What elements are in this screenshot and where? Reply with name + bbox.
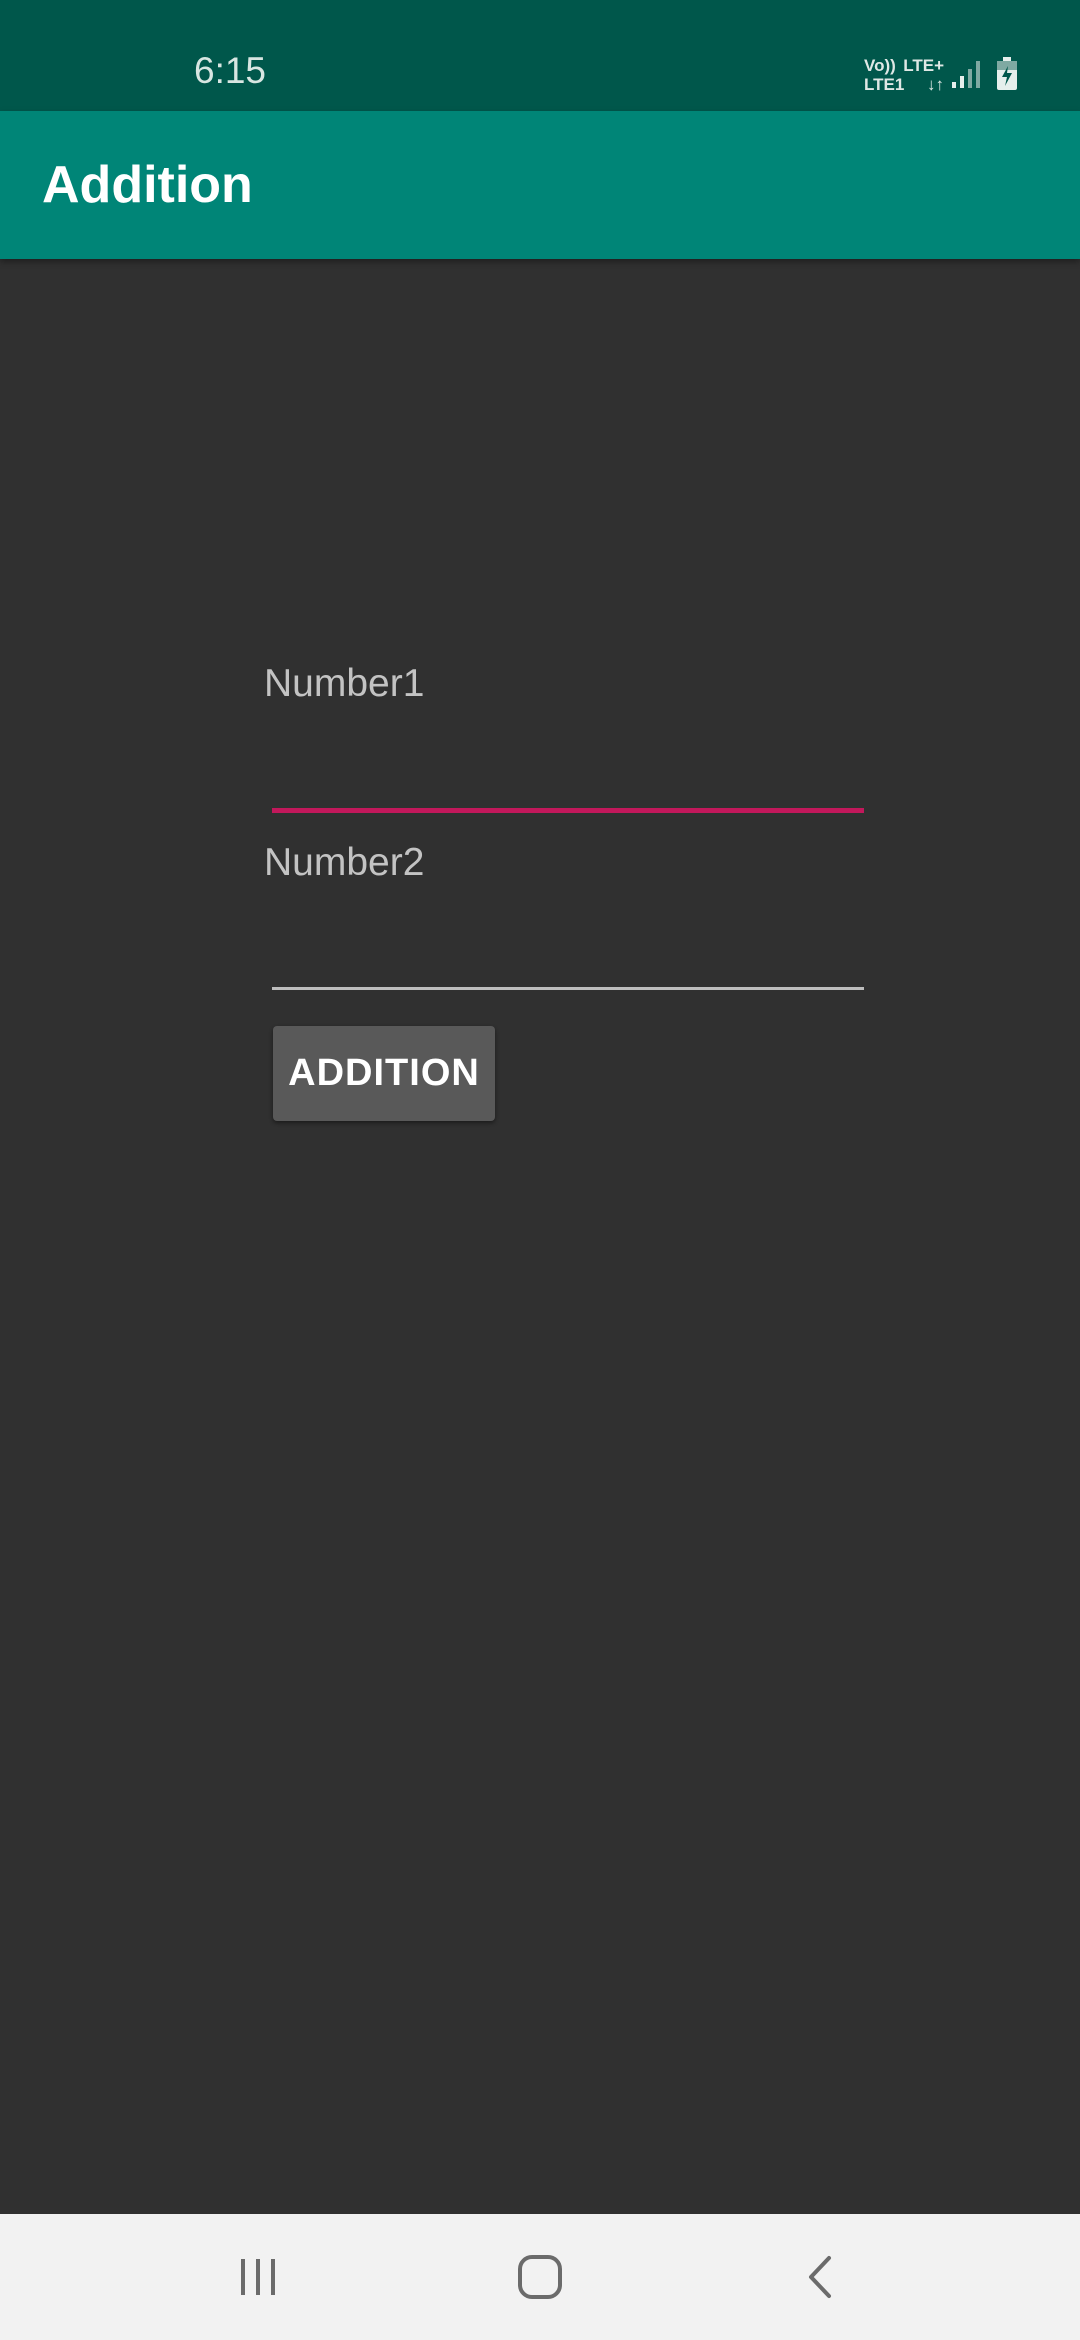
home-icon (518, 2255, 562, 2299)
lte-plus-label: LTE+ (903, 56, 944, 75)
volte-label: Vo)) (864, 56, 896, 75)
app-bar: Addition (0, 111, 1080, 259)
back-button[interactable] (780, 2239, 860, 2315)
recent-apps-button[interactable] (218, 2239, 298, 2315)
data-activity-label: ↓↑ (927, 75, 944, 94)
number1-focus-underline (272, 808, 864, 813)
number1-input[interactable] (272, 728, 864, 808)
battery-charging-icon (997, 57, 1017, 90)
lte1-label: LTE1 (864, 75, 905, 94)
network-indicator: Vo)) LTE+ LTE1 ↓↑ (864, 56, 944, 94)
status-time: 6:15 (194, 50, 267, 91)
number2-label: Number2 (264, 841, 425, 884)
signal-icon (952, 61, 980, 88)
number1-label: Number1 (264, 662, 425, 705)
navigation-bar (0, 2214, 1080, 2340)
status-bar: 6:15 Vo)) LTE+ LTE1 ↓↑ (0, 0, 1080, 111)
home-button[interactable] (500, 2239, 580, 2315)
back-icon (809, 2256, 831, 2298)
addition-button[interactable]: ADDITION (273, 1026, 495, 1121)
app-title: Addition (42, 156, 253, 214)
recent-apps-icon (241, 2259, 275, 2295)
number2-underline (272, 987, 864, 990)
number2-input[interactable] (272, 906, 864, 986)
screen: 6:15 Vo)) LTE+ LTE1 ↓↑ Addition Number1 … (0, 0, 1080, 2340)
